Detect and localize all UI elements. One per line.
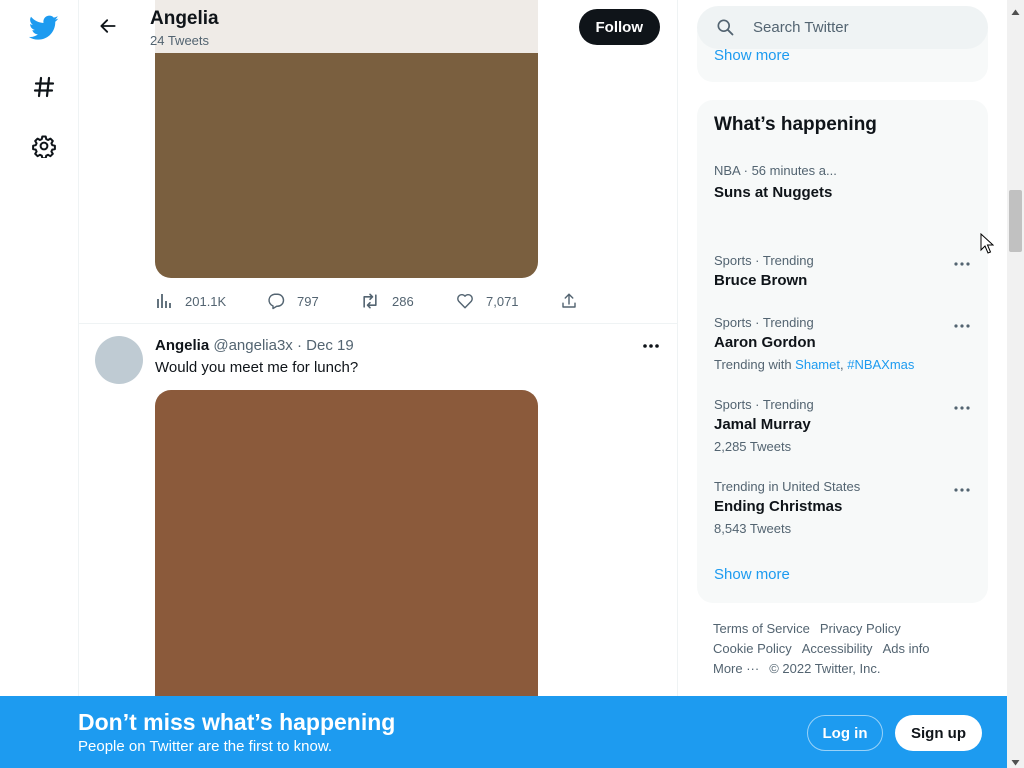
trend-category: Sports · Trending	[714, 253, 814, 268]
tweet-divider	[79, 323, 677, 324]
tweet-header: Angelia @angelia3x · Dec 19	[155, 337, 354, 354]
ads-info-link[interactable]: Ads info	[883, 639, 930, 659]
trend-tweet-count: 2,285 Tweets	[714, 439, 792, 454]
left-nav	[0, 0, 79, 768]
hashtag-icon[interactable]	[22, 65, 66, 109]
mouse-cursor-icon	[980, 232, 995, 259]
analytics-icon	[157, 294, 171, 308]
page-scrollbar[interactable]	[1007, 0, 1024, 768]
trend-category: NBA · 56 minutes a...	[714, 163, 837, 178]
tweet-date[interactable]: Dec 19	[306, 337, 354, 354]
retweet-icon	[363, 293, 377, 309]
trends-title: What’s happening	[714, 114, 877, 135]
trend-tweet-count: 8,543 Tweets	[714, 521, 792, 536]
profile-name: Angelia	[150, 8, 219, 29]
privacy-link[interactable]: Privacy Policy	[820, 619, 901, 639]
like-count: 7,071	[486, 293, 519, 309]
main-column: Angelia 24 Tweets Follow 201.1K 797 286 …	[79, 0, 678, 768]
signup-banner: Don’t miss what’s happening People on Tw…	[0, 696, 1007, 768]
banner-title: Don’t miss what’s happening	[78, 709, 396, 735]
follow-button[interactable]: Follow	[578, 9, 660, 45]
login-button[interactable]: Log in	[807, 715, 883, 751]
twitter-logo-icon[interactable]	[22, 6, 66, 50]
show-more-link[interactable]: Show more	[714, 566, 790, 583]
tweet-actions: 201.1K 797 286 7,071	[155, 288, 585, 314]
more-link[interactable]: More ···	[713, 659, 759, 679]
views-count: 201.1K	[185, 293, 227, 309]
trend-name: Bruce Brown	[714, 272, 808, 289]
gear-icon[interactable]	[22, 124, 66, 168]
search-input[interactable]	[753, 6, 973, 49]
retweet-button[interactable]: 286	[360, 288, 414, 314]
trend-name: Jamal Murray	[714, 416, 811, 433]
copyright: © 2022 Twitter, Inc.	[769, 661, 881, 676]
trend-category: Sports · Trending	[714, 397, 814, 412]
reply-button[interactable]: 797	[267, 288, 319, 314]
more-options-icon[interactable]	[951, 483, 973, 497]
trend-context-label: Trending with	[714, 357, 796, 372]
retweet-count: 286	[392, 293, 414, 309]
more-options-icon[interactable]	[951, 401, 973, 415]
like-button[interactable]: 7,071	[456, 288, 519, 314]
scroll-up-arrow-icon[interactable]	[1011, 4, 1020, 15]
banner-subtitle: People on Twitter are the first to know.	[78, 738, 333, 755]
reply-count: 797	[297, 293, 319, 309]
tweet-author-handle[interactable]: @angelia3x	[213, 337, 292, 354]
share-icon	[562, 293, 576, 308]
trend-related-link[interactable]: #NBAXmas	[847, 357, 914, 372]
footer-links: Terms of Service Privacy Policy Cookie Po…	[713, 619, 973, 679]
trends-panel: What’s happening NBA · 56 minutes a... S…	[697, 100, 988, 603]
profile-header: Angelia 24 Tweets Follow	[79, 0, 677, 53]
trend-related-link[interactable]: Shamet	[795, 357, 840, 372]
tweet-count: 24 Tweets	[150, 33, 210, 48]
share-button[interactable]	[560, 288, 578, 314]
reply-icon	[268, 293, 285, 310]
accessibility-link[interactable]: Accessibility	[802, 639, 873, 659]
trend-context: Trending with Shamet, #NBAXmas	[714, 357, 914, 372]
scrollbar-thumb[interactable]	[1009, 190, 1022, 252]
tweet-meta-separator: ·	[296, 337, 302, 354]
tweet-author-name[interactable]: Angelia	[155, 337, 209, 354]
signup-button[interactable]: Sign up	[895, 715, 982, 751]
tweet-text: Would you meet me for lunch?	[155, 359, 359, 376]
show-more-link[interactable]: Show more	[714, 47, 790, 64]
trend-category: Sports · Trending	[714, 315, 814, 330]
back-arrow-icon[interactable]	[91, 9, 125, 43]
terms-link[interactable]: Terms of Service	[713, 619, 810, 639]
search-box[interactable]	[697, 6, 988, 49]
trend-category: Trending in United States	[714, 479, 861, 494]
scroll-down-arrow-icon[interactable]	[1011, 754, 1020, 766]
search-icon	[715, 17, 735, 42]
cookie-link[interactable]: Cookie Policy	[713, 639, 792, 659]
more-options-icon[interactable]	[951, 257, 973, 271]
trend-name: Suns at Nuggets	[714, 184, 833, 201]
more-options-icon[interactable]	[951, 319, 973, 333]
views-stat[interactable]: 201.1K	[155, 288, 226, 314]
more-options-icon[interactable]	[639, 336, 663, 356]
trend-name: Aaron Gordon	[714, 334, 816, 351]
tweet-media-image[interactable]	[155, 390, 538, 730]
trend-name: Ending Christmas	[714, 498, 843, 515]
heart-icon	[457, 294, 473, 309]
avatar[interactable]	[95, 336, 143, 384]
